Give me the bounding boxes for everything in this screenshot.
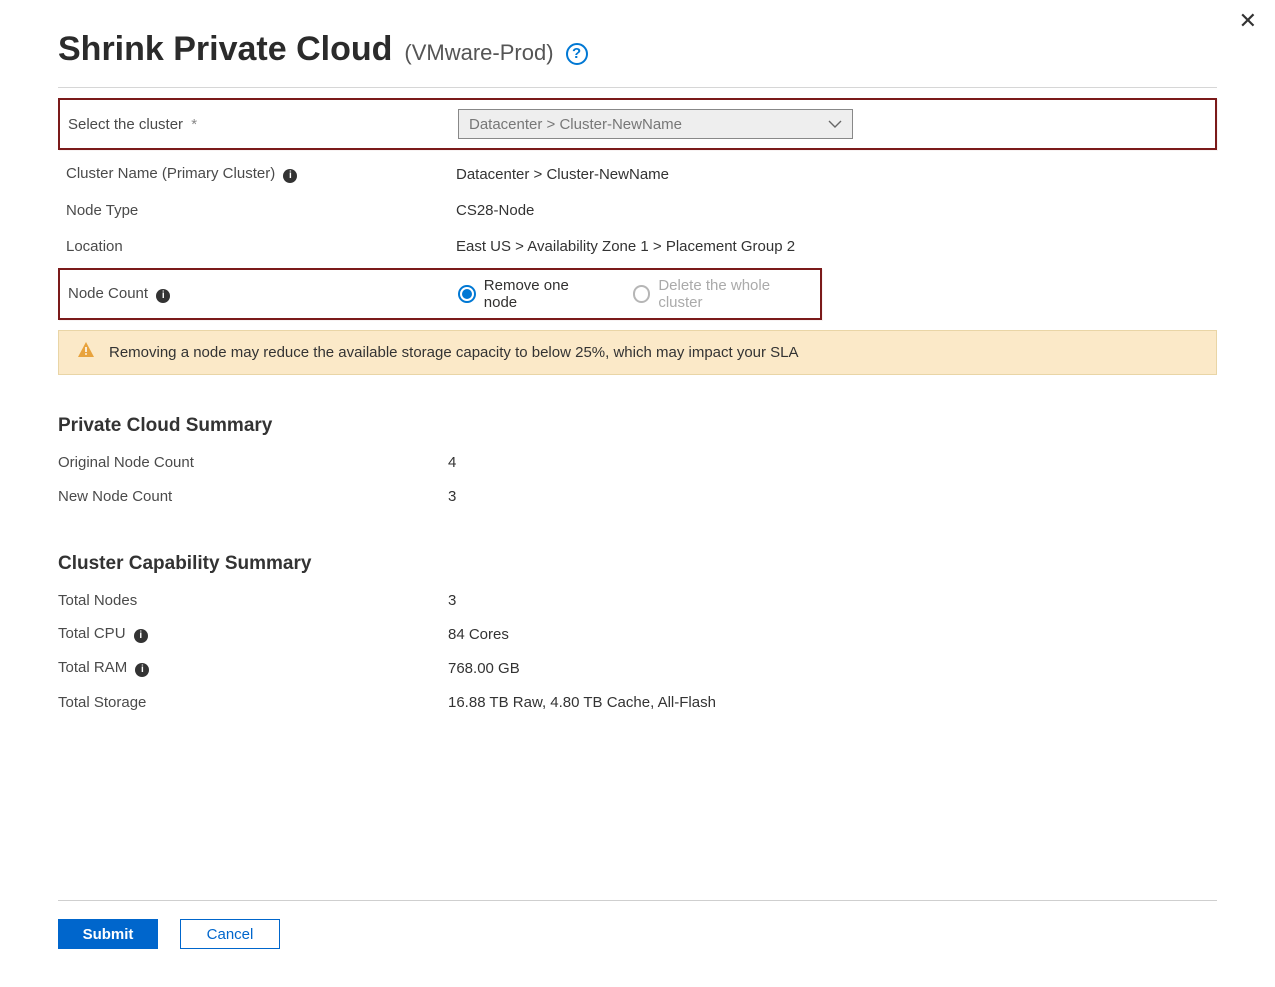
cluster-name-label: Cluster Name (Primary Cluster) i [66, 165, 456, 183]
total-cpu-label-text: Total CPU [58, 625, 126, 642]
warning-icon [77, 341, 95, 364]
total-nodes-label: Total Nodes [58, 592, 448, 609]
info-icon[interactable]: i [156, 289, 170, 303]
info-icon[interactable]: i [283, 169, 297, 183]
pc-summary-title: Private Cloud Summary [58, 415, 1217, 437]
help-icon[interactable]: ? [566, 43, 588, 65]
node-count-highlight: Node Count i Remove one node Delete the … [58, 268, 822, 320]
radio-delete-cluster: Delete the whole cluster [633, 277, 816, 311]
new-node-count-row: New Node Count 3 [58, 479, 1217, 513]
radio-selected-icon [458, 285, 476, 303]
location-row: Location East US > Availability Zone 1 >… [58, 228, 1217, 264]
page-title-row: Shrink Private Cloud (VMware-Prod) ? [58, 30, 1217, 69]
required-indicator: * [191, 116, 197, 133]
total-storage-label: Total Storage [58, 694, 448, 711]
cluster-name-label-text: Cluster Name (Primary Cluster) [66, 165, 275, 182]
location-label: Location [66, 238, 456, 255]
new-node-count-value: 3 [448, 488, 456, 505]
select-cluster-label-text: Select the cluster [68, 116, 183, 133]
info-icon[interactable]: i [134, 629, 148, 643]
orig-node-count-value: 4 [448, 454, 456, 471]
cluster-name-row: Cluster Name (Primary Cluster) i Datacen… [58, 156, 1217, 192]
select-cluster-dropdown[interactable]: Datacenter > Cluster-NewName [458, 109, 853, 139]
select-cluster-highlight: Select the cluster * Datacenter > Cluste… [58, 98, 1217, 150]
page-title: Shrink Private Cloud [58, 30, 392, 69]
submit-button[interactable]: Submit [58, 919, 158, 949]
node-count-radio-group: Remove one node Delete the whole cluster [458, 277, 816, 311]
total-cpu-row: Total CPU i 84 Cores [58, 617, 1217, 651]
cluster-name-value: Datacenter > Cluster-NewName [456, 166, 669, 183]
node-type-row: Node Type CS28-Node [58, 192, 1217, 228]
chevron-down-icon [828, 117, 842, 131]
total-ram-row: Total RAM i 768.00 GB [58, 651, 1217, 685]
total-cpu-label: Total CPU i [58, 625, 448, 643]
orig-node-count-row: Original Node Count 4 [58, 445, 1217, 479]
total-ram-label: Total RAM i [58, 659, 448, 677]
node-count-label: Node Count i [68, 285, 458, 303]
total-storage-value: 16.88 TB Raw, 4.80 TB Cache, All-Flash [448, 694, 716, 711]
node-count-label-text: Node Count [68, 285, 148, 302]
radio-delete-label: Delete the whole cluster [658, 277, 816, 311]
select-cluster-label: Select the cluster * [68, 116, 458, 133]
info-icon[interactable]: i [135, 663, 149, 677]
location-value: East US > Availability Zone 1 > Placemen… [456, 238, 795, 255]
close-icon[interactable]: ✕ [1239, 8, 1257, 34]
total-cpu-value: 84 Cores [448, 626, 509, 643]
warning-banner: Removing a node may reduce the available… [58, 330, 1217, 375]
cap-summary-title: Cluster Capability Summary [58, 553, 1217, 575]
warning-text: Removing a node may reduce the available… [109, 344, 799, 361]
divider [58, 87, 1217, 88]
page-subtitle: (VMware-Prod) [404, 40, 553, 66]
footer-divider [58, 900, 1217, 901]
new-node-count-label: New Node Count [58, 488, 448, 505]
node-type-value: CS28-Node [456, 202, 534, 219]
total-ram-label-text: Total RAM [58, 659, 127, 676]
total-storage-row: Total Storage 16.88 TB Raw, 4.80 TB Cach… [58, 685, 1217, 719]
total-nodes-value: 3 [448, 592, 456, 609]
radio-unselected-icon [633, 285, 651, 303]
cancel-button[interactable]: Cancel [180, 919, 280, 949]
radio-remove-label: Remove one node [484, 277, 605, 311]
radio-remove-one-node[interactable]: Remove one node [458, 277, 605, 311]
total-ram-value: 768.00 GB [448, 660, 520, 677]
total-nodes-row: Total Nodes 3 [58, 583, 1217, 617]
orig-node-count-label: Original Node Count [58, 454, 448, 471]
node-type-label: Node Type [66, 202, 456, 219]
select-cluster-value: Datacenter > Cluster-NewName [469, 116, 682, 133]
